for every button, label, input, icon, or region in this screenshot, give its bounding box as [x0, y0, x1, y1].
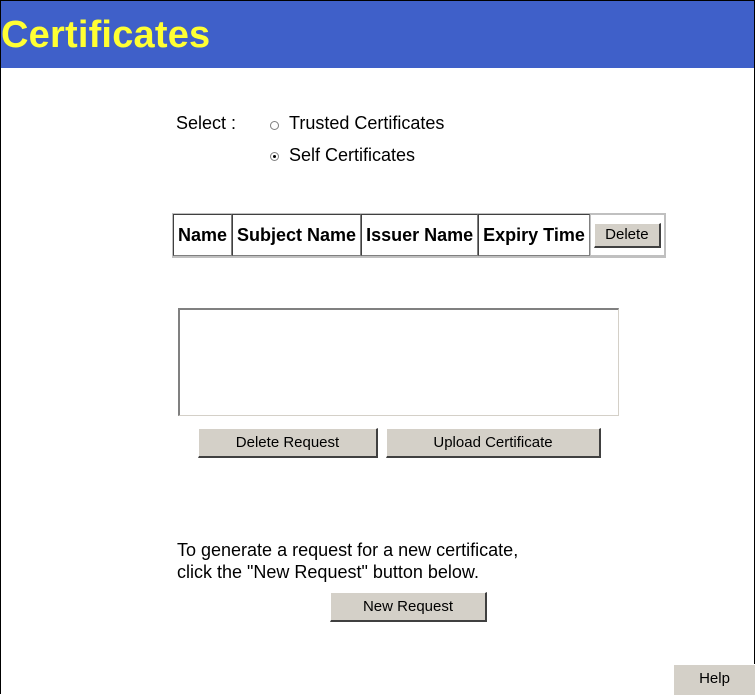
- radio-self-certificates-label[interactable]: Self Certificates: [289, 145, 415, 166]
- delete-request-button[interactable]: Delete Request: [198, 428, 378, 458]
- radio-self-certificates[interactable]: [270, 152, 279, 161]
- certificate-request-box[interactable]: [178, 308, 619, 416]
- table-header-row: Name Subject Name Issuer Name Expiry Tim…: [173, 214, 665, 256]
- select-label: Select :: [176, 113, 237, 133]
- radio-trusted-certificates-label[interactable]: Trusted Certificates: [289, 113, 444, 134]
- help-button[interactable]: Help: [673, 664, 755, 695]
- column-header-name: Name: [173, 214, 233, 256]
- certificates-table: Name Subject Name Issuer Name Expiry Tim…: [172, 213, 666, 258]
- page-title: Certificates: [1, 14, 211, 56]
- column-header-issuer-name: Issuer Name: [361, 214, 479, 256]
- column-header-subject-name: Subject Name: [232, 214, 362, 256]
- new-request-button[interactable]: New Request: [330, 592, 487, 622]
- radio-trusted-certificates[interactable]: [270, 121, 279, 130]
- instructions-line-1: To generate a request for a new certific…: [177, 540, 519, 560]
- header-bar: Certificates: [1, 1, 754, 68]
- column-header-expiry-time: Expiry Time: [478, 214, 590, 256]
- instructions-line-2: click the "New Request" button below.: [177, 562, 479, 582]
- delete-cell: Delete: [589, 214, 665, 256]
- upload-certificate-button[interactable]: Upload Certificate: [386, 428, 601, 458]
- delete-button[interactable]: Delete: [593, 222, 661, 248]
